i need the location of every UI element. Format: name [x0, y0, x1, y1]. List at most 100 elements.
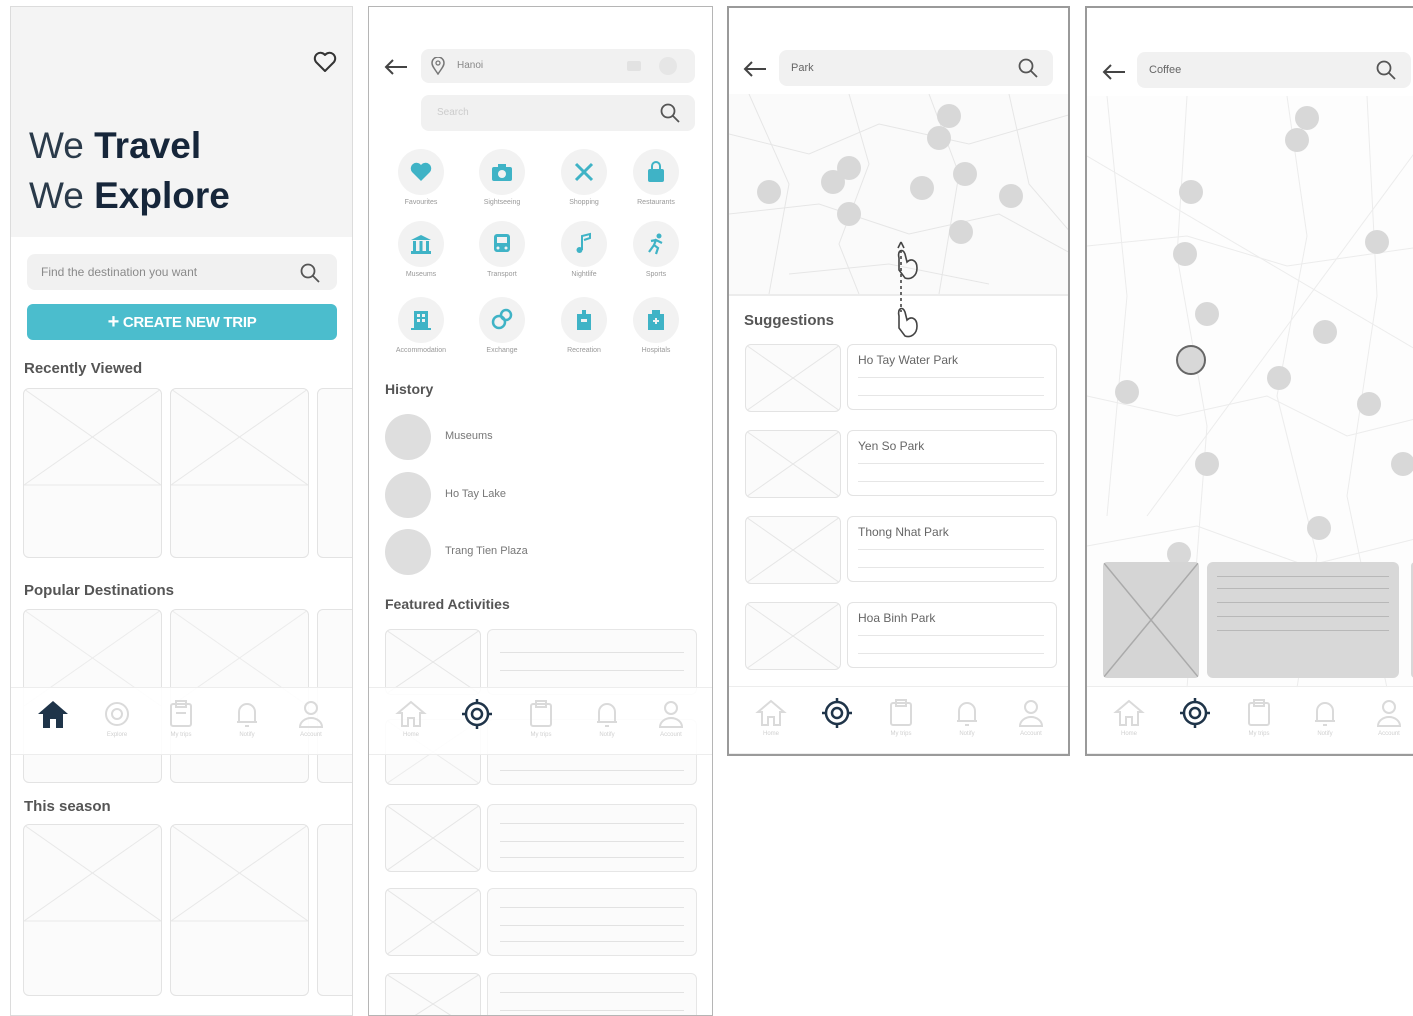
nav-explore[interactable]: Explore [95, 698, 139, 738]
suggestion-thumb[interactable] [745, 516, 841, 584]
nav-notifications[interactable]: Notify [225, 698, 269, 738]
destination-search-input[interactable]: Find the destination you want [27, 254, 337, 290]
create-new-trip-button[interactable]: + CREATE NEW TRIP [27, 304, 337, 340]
bottom-nav: Home My trips Notify Account [1087, 686, 1413, 754]
season-card-3[interactable] [317, 824, 352, 996]
nav-trips[interactable]: My trips [159, 698, 203, 738]
suggestion-card[interactable]: Thong Nhat Park [847, 516, 1057, 582]
nav-account[interactable]: Account [649, 698, 693, 738]
headline-line-2: We Explore [29, 175, 230, 216]
nav-notifications[interactable]: Notify [1303, 697, 1347, 737]
explore-icon [462, 699, 492, 729]
search-icon[interactable] [1017, 57, 1039, 79]
suggestion-card[interactable]: Yen So Park [847, 430, 1057, 496]
history-label: Ho Tay Lake [445, 488, 506, 500]
category-hospitals[interactable]: Hospitals [623, 297, 689, 354]
search-input[interactable]: Park [779, 50, 1053, 86]
nav-explore[interactable] [455, 698, 499, 730]
activity-info[interactable] [487, 629, 697, 695]
search-icon[interactable] [659, 102, 681, 124]
category-sightseeing[interactable]: Sightseeing [469, 149, 535, 206]
bottom-nav: Home My trips Notify Account [369, 687, 712, 755]
nav-account[interactable]: Account [1367, 697, 1411, 737]
recent-card-3[interactable] [317, 388, 352, 558]
nav-trips[interactable]: My trips [879, 697, 923, 737]
activity-info[interactable] [487, 973, 697, 1015]
category-sports[interactable]: Sports [623, 221, 689, 278]
suggestion-thumb[interactable] [745, 344, 841, 412]
category-nightlife[interactable]: Nightlife [551, 221, 617, 278]
back-arrow-icon[interactable] [742, 59, 768, 79]
season-card-1[interactable] [23, 824, 162, 996]
clear-icon[interactable] [627, 61, 641, 71]
search-input[interactable]: Search [421, 95, 695, 131]
home-screen: We Travel We Explore Find the destinatio… [10, 6, 353, 1016]
user-icon [1376, 700, 1402, 727]
nav-label: Home [402, 732, 419, 738]
trips-icon [530, 700, 552, 727]
back-arrow-icon[interactable] [1101, 62, 1127, 82]
user-icon [1018, 700, 1044, 727]
history-label: Museums [445, 430, 493, 442]
favorite-heart-icon[interactable] [313, 51, 337, 73]
category-transport[interactable]: Transport [469, 221, 535, 278]
nav-notifications[interactable]: Notify [585, 698, 629, 738]
activity-thumb[interactable] [385, 629, 481, 695]
activity-info[interactable] [487, 888, 697, 956]
category-label: Sports [645, 271, 667, 278]
category-museums[interactable]: Museums [388, 221, 454, 278]
history-label: Trang Tien Plaza [445, 545, 528, 557]
search-icon[interactable] [299, 262, 321, 284]
park-search-screen: Park Suggestions Ho Tay Water Park Yen S… [727, 6, 1070, 756]
category-label: Accommodation [395, 347, 447, 354]
create-button-label: CREATE NEW TRIP [122, 314, 257, 331]
suggestion-thumb[interactable] [745, 430, 841, 498]
search-placeholder: Search [437, 107, 469, 118]
nav-label: Notify [959, 731, 975, 737]
nav-home[interactable]: Home [389, 698, 433, 738]
category-accommodation[interactable]: Accommodation [388, 297, 454, 354]
search-icon[interactable] [1375, 59, 1397, 81]
nav-explore[interactable] [1173, 697, 1217, 729]
category-restaurants[interactable]: Restaurants [623, 149, 689, 206]
nav-home[interactable]: Home [1107, 697, 1151, 737]
music-icon [576, 232, 591, 253]
locate-icon[interactable] [657, 55, 679, 77]
nav-trips[interactable]: My trips [1237, 697, 1281, 737]
bell-icon [1315, 702, 1335, 726]
trips-icon [890, 699, 912, 726]
place-card-info[interactable] [1207, 562, 1399, 678]
bus-icon [494, 234, 510, 252]
nav-label: Account [300, 732, 322, 738]
nav-home[interactable] [31, 698, 75, 730]
activity-thumb[interactable] [385, 973, 481, 1015]
suggestion-card[interactable]: Hoa Binh Park [847, 602, 1057, 668]
nav-account[interactable]: Account [289, 698, 333, 738]
search-input[interactable]: Coffee [1137, 52, 1411, 88]
hospital-icon [648, 310, 664, 330]
recent-card-2[interactable] [170, 388, 309, 558]
suggestion-card[interactable]: Ho Tay Water Park [847, 344, 1057, 410]
nav-notifications[interactable]: Notify [945, 697, 989, 737]
camera-icon [492, 164, 512, 181]
place-card-image[interactable] [1103, 562, 1199, 678]
bottom-nav: Explore My trips Notify Account [11, 687, 352, 755]
category-favourites[interactable]: Favourites [388, 149, 454, 206]
season-card-2[interactable] [170, 824, 309, 996]
nav-account[interactable]: Account [1009, 697, 1053, 737]
back-arrow-icon[interactable] [383, 57, 409, 77]
plus-icon: + [107, 311, 120, 333]
category-recreation[interactable]: Recreation [551, 297, 617, 354]
nav-explore[interactable] [815, 697, 859, 729]
recent-card-1[interactable] [23, 388, 162, 558]
suggestion-thumb[interactable] [745, 602, 841, 670]
suggestions-title: Suggestions [744, 312, 835, 329]
nav-home[interactable]: Home [749, 697, 793, 737]
category-shopping[interactable]: Shopping [551, 149, 617, 206]
activity-thumb[interactable] [385, 804, 481, 872]
activity-info[interactable] [487, 804, 697, 872]
category-exchange[interactable]: Exchange [469, 297, 535, 354]
nav-trips[interactable]: My trips [519, 698, 563, 738]
location-input[interactable]: Hanoi [421, 49, 695, 83]
activity-thumb[interactable] [385, 888, 481, 956]
